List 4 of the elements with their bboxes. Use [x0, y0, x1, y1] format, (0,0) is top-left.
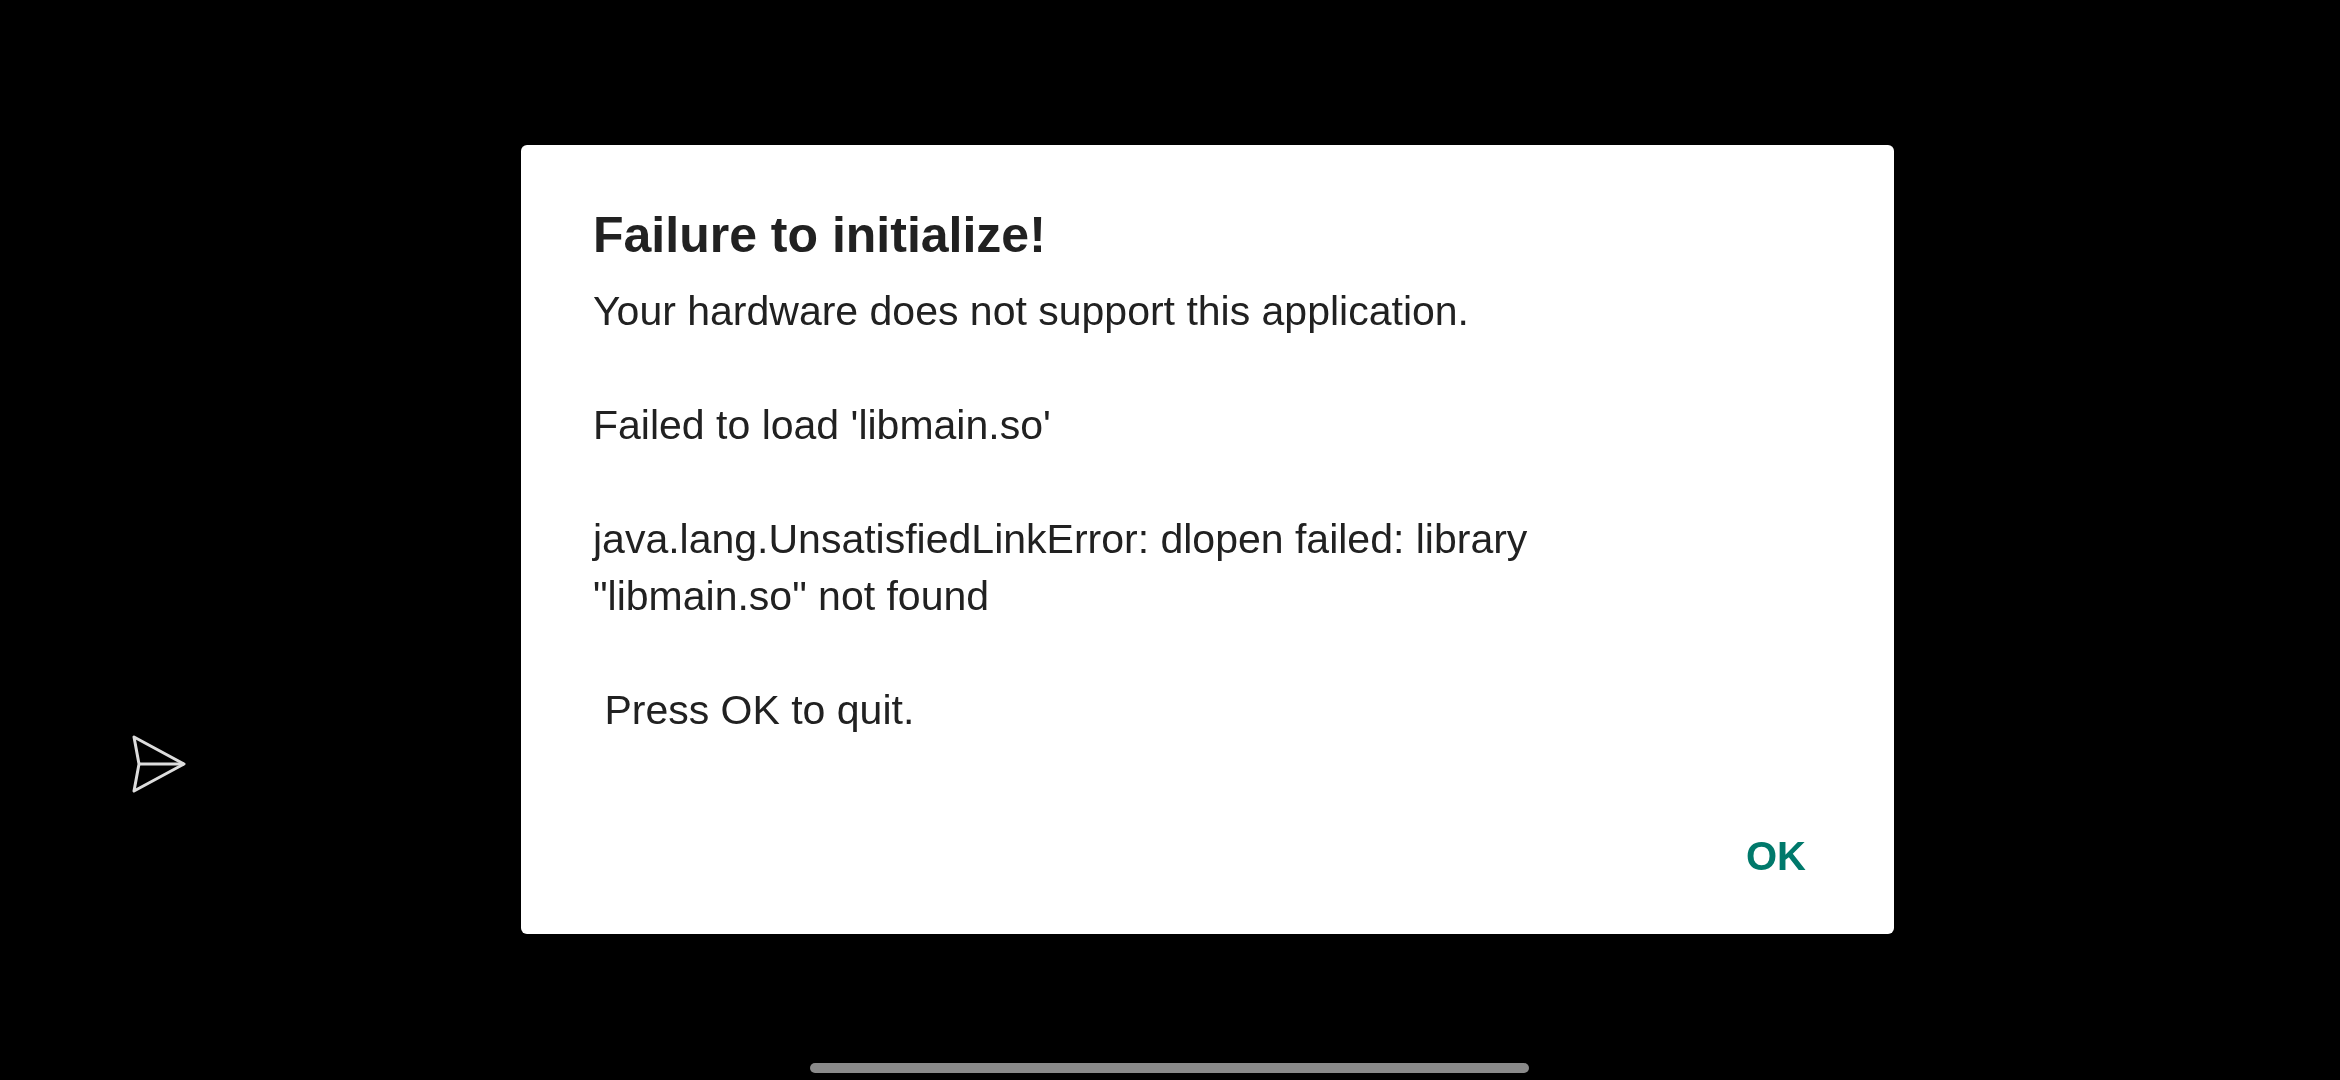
- send-icon[interactable]: [131, 734, 187, 794]
- dialog-message: Your hardware does not support this application. Failed to load 'libmain.so' java.lang.UnsatisfiedLinkError: dlopen failed: library "libmain.so" not found Press OK to quit.: [593, 287, 1529, 735]
- ok-button[interactable]: OK: [1730, 818, 1822, 894]
- dialog-title: Failure to initialize!: [593, 206, 1047, 265]
